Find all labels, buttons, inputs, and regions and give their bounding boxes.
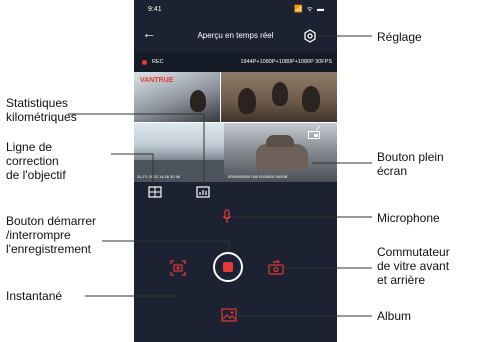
label-fullscreen: Bouton plein écran xyxy=(377,150,444,178)
label-settings: Réglage xyxy=(377,30,422,44)
label-snapshot: Instantané xyxy=(6,289,63,303)
label-camera-switch: Commutateur de vitre avant et arrière xyxy=(377,245,450,287)
label-lens-correction: Ligne de correction de l'objectif xyxy=(6,140,66,182)
label-record-toggle: Bouton démarrer /interrompre l'enregistr… xyxy=(6,214,97,256)
label-mileage-stats: Statistiques kilométriques xyxy=(6,96,77,124)
label-microphone: Microphone xyxy=(377,211,440,225)
label-album: Album xyxy=(377,309,412,323)
